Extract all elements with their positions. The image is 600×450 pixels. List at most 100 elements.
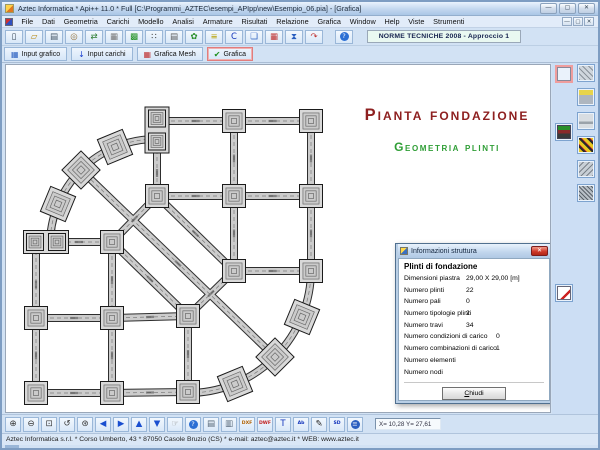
- zoom-previous-icon: ↺: [63, 419, 70, 429]
- norme-tecniche-button[interactable]: NORME TECNICHE 2008 - Approccio 1: [367, 30, 521, 43]
- plan-subtitle: Geometria plinti: [341, 140, 551, 154]
- title-bar[interactable]: Aztec Informatica * Api++ 11.0 * Full [C…: [2, 2, 598, 16]
- layers-yellow-icon: ≡: [210, 32, 217, 42]
- export-page-button[interactable]: ↷: [305, 30, 323, 44]
- grid-red-button[interactable]: ▦: [265, 30, 283, 44]
- menu-armature[interactable]: Armature: [198, 17, 237, 26]
- menu-modello[interactable]: Modello: [134, 17, 168, 26]
- letter-c-button[interactable]: C: [225, 30, 243, 44]
- close-button[interactable]: ✕: [578, 3, 595, 14]
- export-can-button[interactable]: ⇄: [85, 30, 103, 44]
- grafica-button[interactable]: ✔Grafica: [207, 47, 253, 61]
- menu-help[interactable]: Help: [380, 17, 404, 26]
- help-button[interactable]: ?: [335, 30, 353, 44]
- pan-right-button[interactable]: ▶: [113, 417, 129, 432]
- input-grafico-button[interactable]: ▦Input grafico: [4, 47, 67, 61]
- zoom-window-button[interactable]: ⊡: [41, 417, 57, 432]
- mesh-flower-button[interactable]: ✿: [185, 30, 203, 44]
- columns-button[interactable]: ∷: [145, 30, 163, 44]
- zoom-in-button[interactable]: ⊕: [5, 417, 21, 432]
- menu-dati[interactable]: Dati: [38, 17, 60, 26]
- dialog-close-icon[interactable]: [531, 246, 548, 256]
- mesh-flower-icon: ✿: [190, 32, 197, 42]
- grafica-mesh-button[interactable]: ▦Grafica Mesh: [137, 47, 203, 61]
- screen-gray-button[interactable]: ▦: [105, 30, 123, 44]
- chiudi-button[interactable]: Chiudi: [442, 387, 506, 400]
- dialog-title-bar[interactable]: Informazioni struttura: [398, 244, 550, 258]
- zoom-out-button[interactable]: ⊖: [23, 417, 39, 432]
- slab-pattern-button[interactable]: [577, 136, 595, 154]
- report-red-button[interactable]: [555, 284, 573, 302]
- menu-grafica[interactable]: Grafica: [313, 17, 345, 26]
- screen-green-icon: ▩: [130, 32, 138, 42]
- row-label: Numero plinti: [404, 287, 444, 294]
- plinto-3d-icon: [579, 114, 593, 128]
- minimize-button[interactable]: —: [540, 3, 557, 14]
- layers-yellow-button[interactable]: ≡: [205, 30, 223, 44]
- text-tool-button[interactable]: T: [275, 417, 291, 432]
- zoom-extents-button[interactable]: ⊛: [77, 417, 93, 432]
- frame-3d-button[interactable]: [577, 184, 595, 202]
- menu-carichi[interactable]: Carichi: [102, 17, 134, 26]
- redline-tool-button[interactable]: ✎: [311, 417, 327, 432]
- dialog-row: Numero nodi: [404, 369, 544, 381]
- row-value: 1: [496, 345, 500, 352]
- mdi-minimize-button[interactable]: —: [562, 17, 572, 26]
- loads-arrow-icon: ↓: [78, 50, 85, 59]
- dialog-row: Numero elementi: [404, 357, 544, 369]
- redline-tool-icon: ✎: [315, 419, 322, 429]
- menu-viste[interactable]: Viste: [404, 17, 429, 26]
- export-dxf-button[interactable]: DXF: [239, 417, 255, 432]
- document-icon: [5, 18, 13, 26]
- pan-left-button[interactable]: ◀: [95, 417, 111, 432]
- pan-down-button[interactable]: ▼: [149, 417, 165, 432]
- screen-green-button[interactable]: ▩: [125, 30, 143, 44]
- row-value: 22: [466, 287, 474, 294]
- menu-file[interactable]: File: [17, 17, 38, 26]
- mesh-bricks-button[interactable]: ▤: [165, 30, 183, 44]
- pan-up-button[interactable]: ▲: [131, 417, 147, 432]
- menu-relazione[interactable]: Relazione: [272, 17, 313, 26]
- zoom-extents-icon: ⊛: [81, 419, 88, 429]
- soil-layers-icon: [557, 125, 571, 139]
- save-button[interactable]: ▤: [45, 30, 63, 44]
- view-label: Grafica: [223, 51, 246, 58]
- window-grid-button[interactable]: ❏: [245, 30, 263, 44]
- zoom-previous-button[interactable]: ↺: [59, 417, 75, 432]
- row-value: 0: [466, 298, 470, 305]
- help-globe-button[interactable]: ?: [185, 417, 201, 432]
- menu-strumenti[interactable]: Strumenti: [429, 17, 469, 26]
- mesh-3d-button[interactable]: [577, 64, 595, 82]
- print-preview-button[interactable]: ▤: [203, 417, 219, 432]
- soil-layers-button[interactable]: [555, 123, 573, 141]
- input-carichi-button[interactable]: ↓Input carichi: [71, 47, 132, 61]
- menu-analisi[interactable]: Analisi: [168, 17, 198, 26]
- open-folder-button[interactable]: ▱: [25, 30, 43, 44]
- plinto-3d-button[interactable]: [577, 112, 595, 130]
- new-document-button[interactable]: ▯: [5, 30, 23, 44]
- menu-risultati[interactable]: Risultati: [237, 17, 272, 26]
- find-document-button[interactable]: ◎: [65, 30, 83, 44]
- feather-icon: ✔: [214, 50, 221, 59]
- truss-3d-button[interactable]: [577, 160, 595, 178]
- report-list-button[interactable]: ≡: [347, 417, 363, 432]
- mdi-close-button[interactable]: ✕: [584, 17, 594, 26]
- truss-3d-icon: [579, 162, 593, 176]
- label-tool-button[interactable]: Ab: [293, 417, 309, 432]
- menu-geometria[interactable]: Geometria: [59, 17, 102, 26]
- menu-window[interactable]: Window: [345, 17, 380, 26]
- bottom-toolbar: ⊕⊖⊡↺⊛◀▶▲▼☞?▤▥DXFDWFTAb✎SD≡X= 10,28 Y= 27…: [2, 414, 598, 433]
- sd-tool-button[interactable]: SD: [329, 417, 345, 432]
- export-dwf-button[interactable]: DWF: [257, 417, 273, 432]
- maximize-button[interactable]: ▢: [559, 3, 576, 14]
- pali-3d-button[interactable]: [577, 88, 595, 106]
- pan-hand-button[interactable]: ☞: [167, 417, 183, 432]
- hourglass-button[interactable]: ⧗: [285, 30, 303, 44]
- dialog-row: Numero tipologie plinti2: [404, 310, 544, 322]
- drawing-canvas[interactable]: Pianta fondazione Geometria plinti Infor…: [5, 64, 551, 413]
- mdi-restore-button[interactable]: ▢: [573, 17, 583, 26]
- view-label: Grafica Mesh: [154, 51, 196, 58]
- pan-left-icon: ◀: [100, 419, 107, 429]
- plan-view-button[interactable]: [555, 65, 573, 83]
- print-book-button[interactable]: ▥: [221, 417, 237, 432]
